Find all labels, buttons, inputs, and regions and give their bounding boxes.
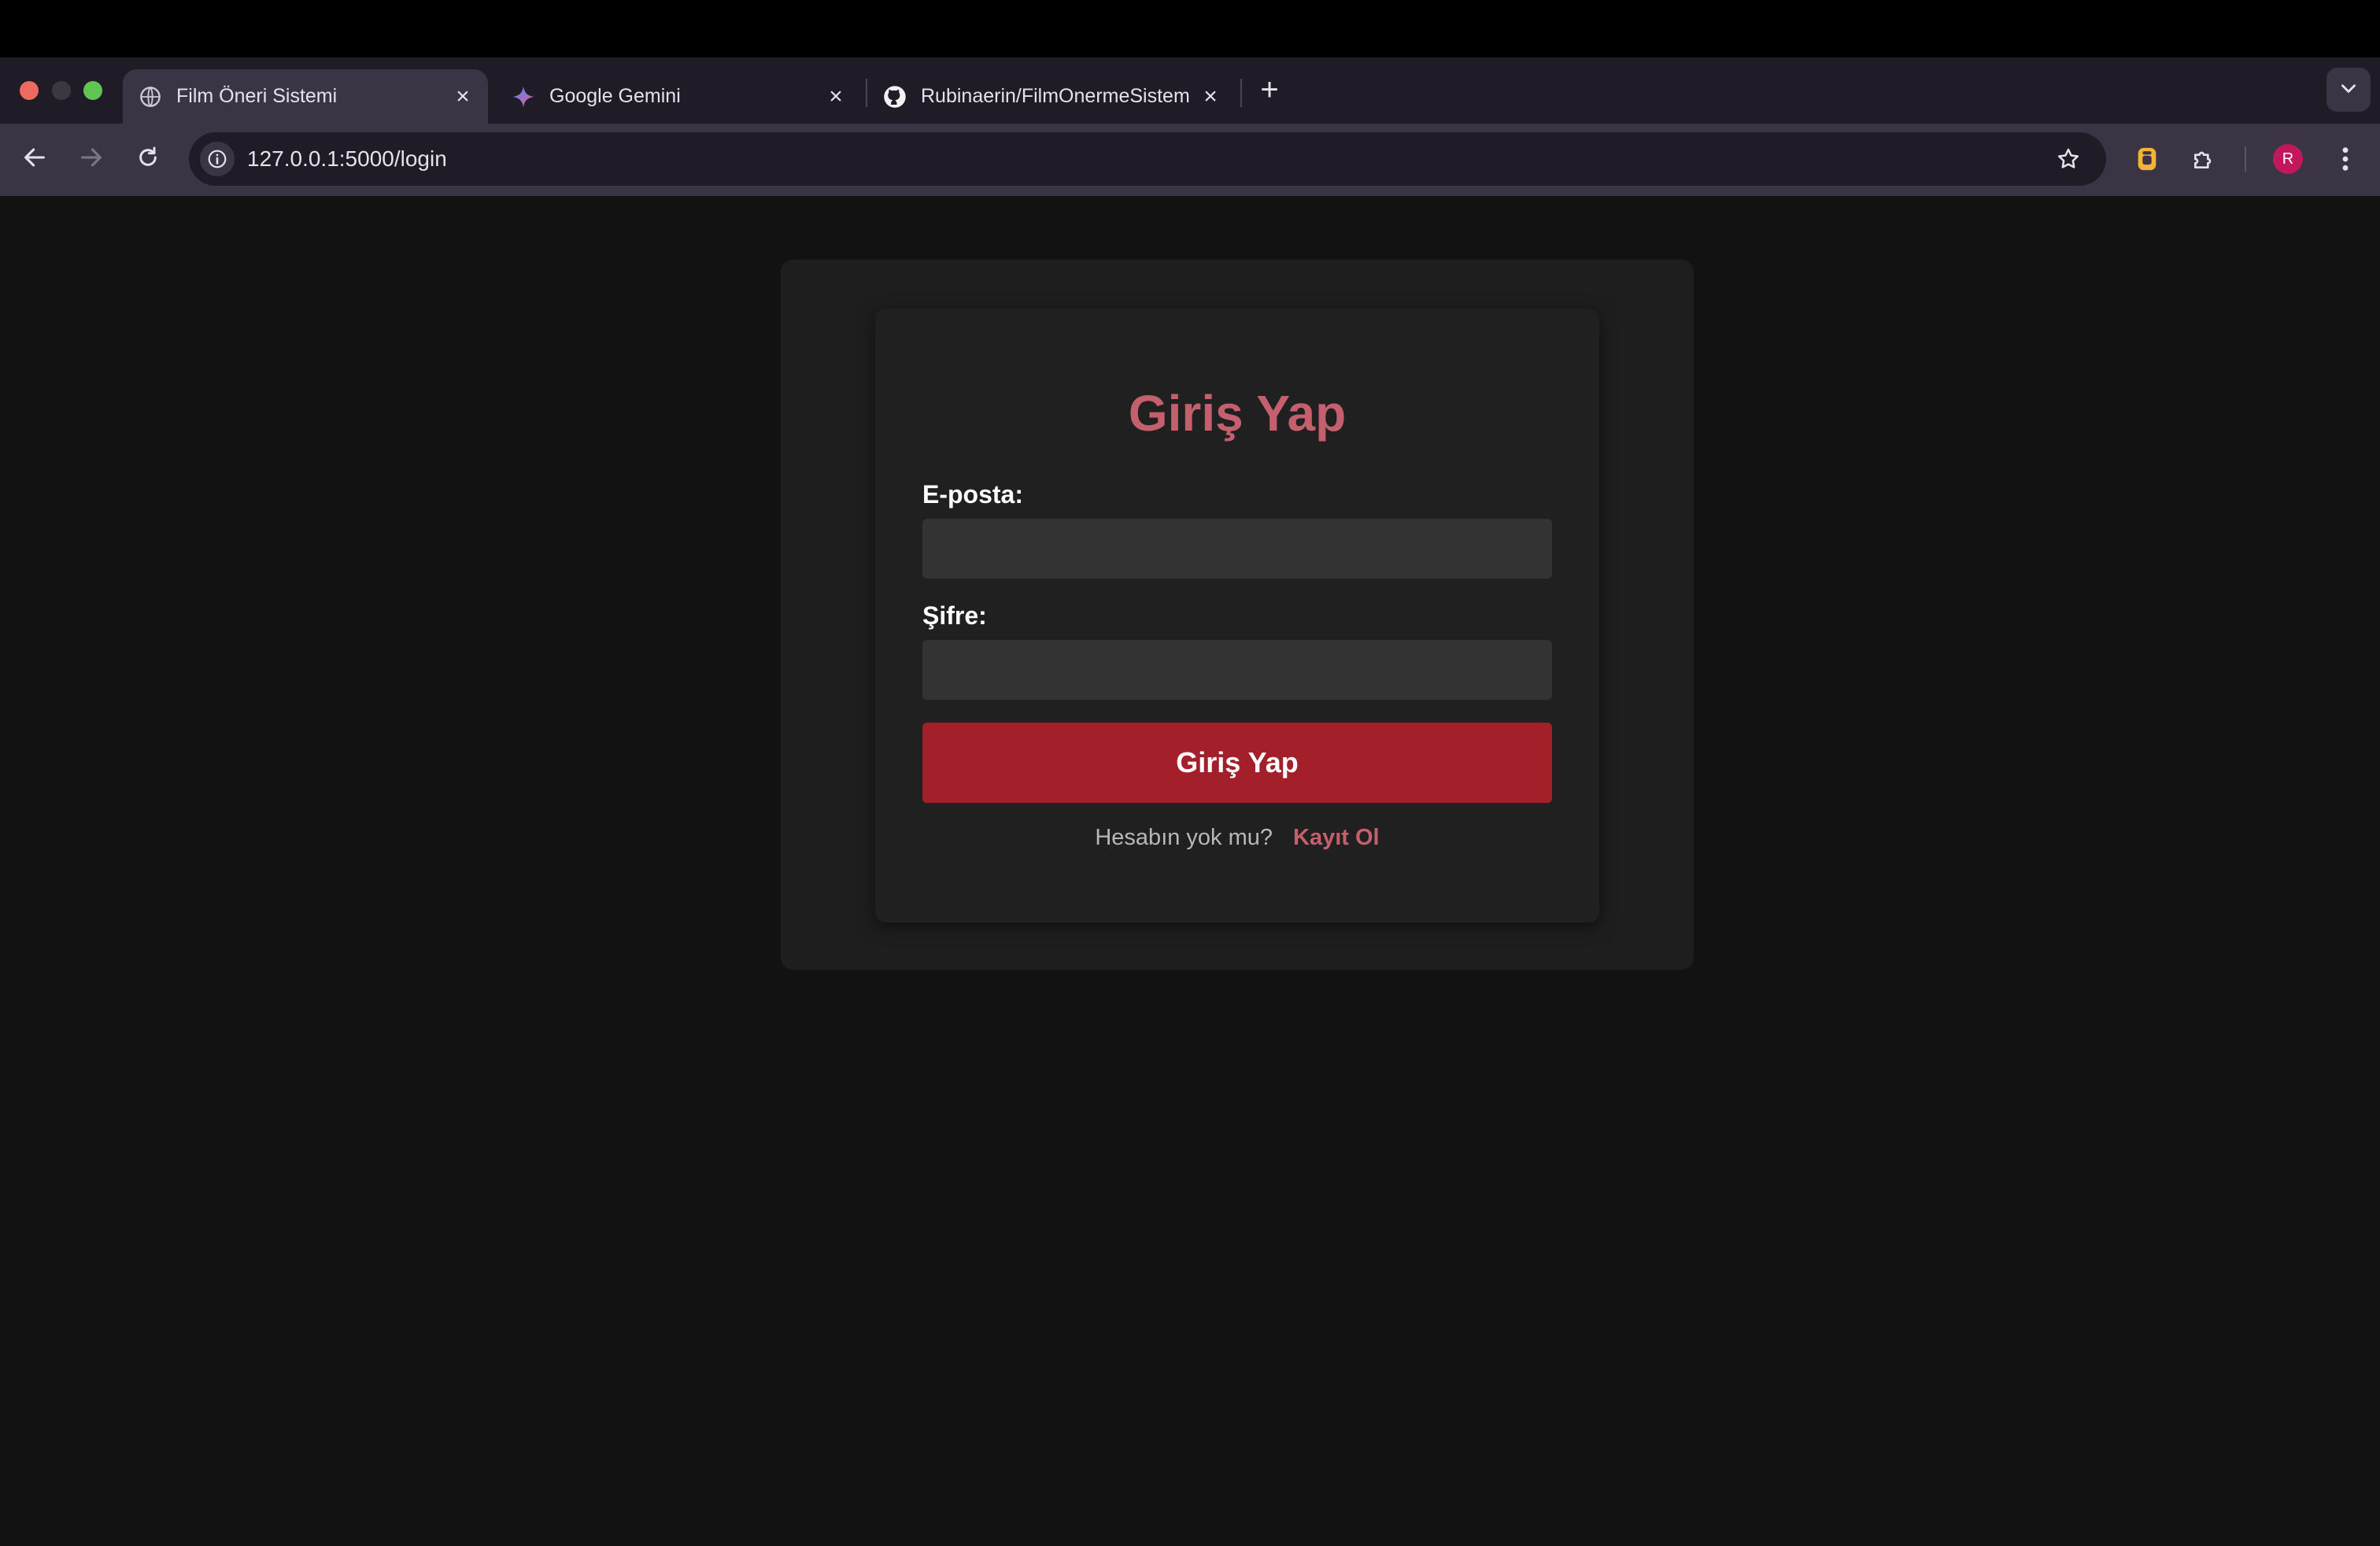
tab-title: Film Öneri Sistemi (176, 85, 338, 107)
new-tab-button[interactable]: + (1254, 74, 1285, 105)
gemini-icon (512, 85, 535, 109)
github-icon (883, 85, 907, 109)
arrow-left-icon (21, 144, 48, 175)
reload-button[interactable] (131, 142, 165, 176)
password-field[interactable] (922, 640, 1552, 700)
tab-separator (1240, 79, 1242, 107)
password-label: Şifre: (922, 601, 987, 630)
page-title: Giriş Yap (1128, 385, 1347, 442)
macos-menu-bar (0, 0, 2380, 57)
arrow-right-icon (78, 144, 105, 175)
register-link[interactable]: Kayıt Ol (1293, 825, 1380, 850)
forward-button[interactable] (74, 142, 109, 176)
login-card: Giriş Yap E-posta: Şifre: Giriş Yap Hesa… (875, 309, 1599, 923)
login-button[interactable]: Giriş Yap (922, 723, 1552, 803)
back-button[interactable] (17, 142, 52, 176)
no-account-text: Hesabın yok mu? (1095, 825, 1273, 850)
chevron-down-icon (2338, 78, 2359, 102)
email-field[interactable] (922, 519, 1552, 579)
site-info-icon[interactable] (200, 142, 235, 176)
tab-close-icon[interactable]: × (449, 83, 477, 111)
extension-icon[interactable] (2130, 142, 2164, 176)
address-bar[interactable]: 127.0.0.1:5000/login (189, 132, 2106, 186)
url-text[interactable]: 127.0.0.1:5000/login (247, 132, 447, 186)
window-minimize-button[interactable] (52, 81, 71, 100)
register-prompt: Hesabın yok mu? Kayıt Ol (875, 825, 1599, 851)
tab-close-icon[interactable]: × (1196, 83, 1225, 111)
tab-separator (866, 79, 867, 107)
globe-icon (139, 85, 162, 109)
tab-close-icon[interactable]: × (822, 83, 850, 111)
email-label: E-posta: (922, 480, 1023, 509)
reload-icon (135, 145, 161, 174)
tab-film-oneri-sistemi[interactable]: Film Öneri Sistemi × (123, 69, 488, 124)
tab-github-repo[interactable]: Rubinaerin/FilmOnermeSistem × (870, 69, 1236, 124)
extensions-puzzle-icon[interactable] (2186, 142, 2221, 176)
toolbar-separator (2245, 146, 2246, 172)
tab-search-button[interactable] (2326, 68, 2371, 112)
profile-avatar[interactable]: R (2273, 144, 2303, 174)
bookmark-star-icon[interactable] (2051, 142, 2086, 176)
tab-google-gemini[interactable]: Google Gemini × (496, 69, 861, 124)
tab-title: Google Gemini (549, 85, 681, 107)
window-maximize-button[interactable] (83, 81, 102, 100)
more-menu-icon[interactable] (2328, 142, 2363, 176)
tab-title: Rubinaerin/FilmOnermeSistem (921, 85, 1190, 107)
window-close-button[interactable] (20, 81, 39, 100)
